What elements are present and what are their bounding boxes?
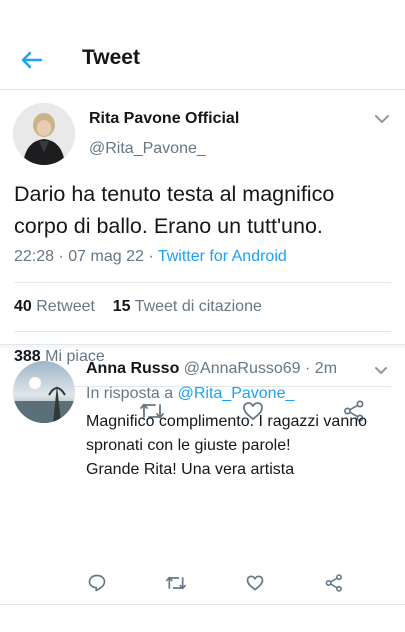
avatar[interactable] <box>13 103 75 165</box>
tweet-meta: 22:28 · 07 mag 22 · Twitter for Android <box>14 248 287 265</box>
author-handle[interactable]: @Rita_Pavone_ <box>89 140 206 158</box>
share-icon <box>325 574 342 592</box>
retweet-button[interactable] <box>165 572 187 594</box>
reply-text-line: spronati con le giuste parole! <box>86 437 291 454</box>
in-reply-mention-link[interactable]: @Rita_Pavone_ <box>178 385 295 402</box>
chevron-down-icon <box>375 115 389 124</box>
page-title: Tweet <box>82 46 140 69</box>
reply-icon <box>88 574 106 592</box>
reply-age: 2m <box>314 360 338 377</box>
retweet-label: Retweet <box>36 298 95 315</box>
quote-count: 15 <box>112 298 131 315</box>
tweet-text: Dario ha tenuto testa al magnifico corpo… <box>14 182 335 238</box>
divider <box>14 282 391 283</box>
top-app-bar: Tweet <box>0 28 405 90</box>
status-bar <box>0 0 405 28</box>
reply-more-options-button[interactable] <box>373 364 389 376</box>
retweet-icon <box>165 576 186 590</box>
reply-tweet[interactable]: Anna Russo @AnnaRusso69 · 2m In risposta… <box>0 348 405 608</box>
retweet-stats[interactable]: 40 Retweet 15 Tweet di citazione <box>14 298 262 316</box>
divider <box>14 331 391 332</box>
tweet-source-link[interactable]: Twitter for Android <box>158 248 287 265</box>
reply-button[interactable] <box>86 572 108 594</box>
in-reply-prefix: In risposta a <box>86 385 174 402</box>
arrow-left-icon <box>21 51 43 69</box>
reply-text-line: Grande Rita! Una vera artista <box>86 461 295 478</box>
reply-author-name[interactable]: Anna Russo <box>86 360 179 377</box>
reply-actions <box>0 570 405 600</box>
reply-author-handle[interactable]: @AnnaRusso69 <box>184 360 301 377</box>
retweet-count: 40 <box>14 298 32 315</box>
divider <box>0 604 405 605</box>
in-reply-to: In risposta a @Rita_Pavone_ <box>86 385 294 403</box>
more-options-button[interactable] <box>373 112 391 126</box>
reply-author-line: Anna Russo @AnnaRusso69 · 2m <box>86 360 338 377</box>
author-name[interactable]: Rita Pavone Official <box>89 110 239 128</box>
quote-label: Tweet di citazione <box>134 298 262 315</box>
like-button[interactable] <box>244 572 266 594</box>
chevron-down-icon <box>375 367 387 375</box>
share-button[interactable] <box>323 572 345 594</box>
tweet-time: 22:28 <box>14 248 55 265</box>
avatar[interactable] <box>13 361 75 423</box>
reply-text-line: Magnifico complimento. I ragazzi vanno <box>86 413 368 430</box>
reply-text: Magnifico complimento. I ragazzi vanno s… <box>86 410 391 482</box>
tweet-date: 07 mag 22 <box>68 248 144 265</box>
back-button[interactable] <box>18 46 46 74</box>
like-icon <box>246 575 264 591</box>
